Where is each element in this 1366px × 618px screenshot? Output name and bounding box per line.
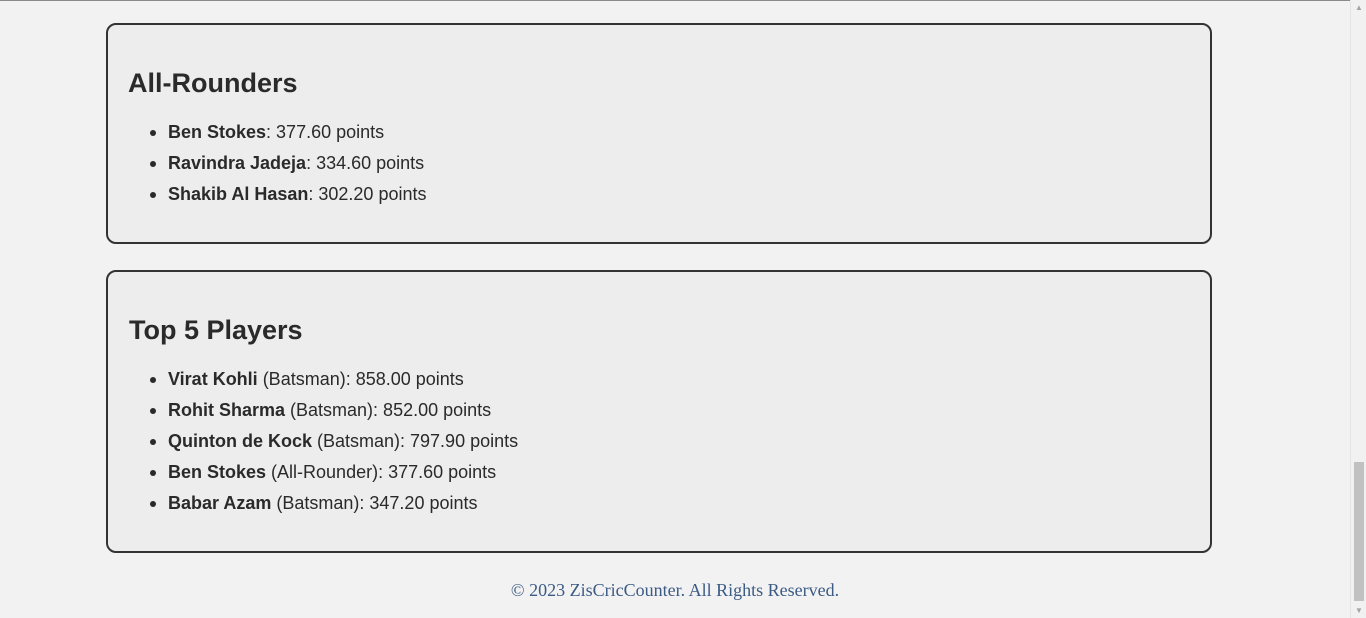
list-item: Babar Azam (Batsman): 347.20 points: [149, 492, 518, 523]
player-points: : 302.20 points: [308, 184, 427, 204]
player-points: : 377.60 points: [266, 122, 385, 142]
list-item: Shakib Al Hasan: 302.20 points: [149, 183, 427, 214]
all-rounders-card: All-Rounders Ben Stokes: 377.60 points R…: [106, 23, 1212, 244]
footer-copyright: © 2023 ZisCricCounter. All Rights Reserv…: [510, 580, 840, 600]
player-name: Virat Kohli: [168, 369, 258, 389]
player-name: Ravindra Jadeja: [168, 153, 307, 173]
top-players-card: Top 5 Players Virat Kohli (Batsman): 858…: [106, 270, 1212, 553]
player-name: Ben Stokes: [168, 122, 267, 142]
list-item: Rohit Sharma (Batsman): 852.00 points: [149, 399, 518, 430]
list-item: Ravindra Jadeja: 334.60 points: [149, 152, 426, 183]
player-name: Quinton de Kock: [168, 431, 312, 451]
player-name: Shakib Al Hasan: [168, 184, 309, 204]
all-rounders-list: Ben Stokes: 377.60 points Ravindra Jadej…: [149, 121, 427, 214]
scroll-down-icon[interactable]: ▼: [1351, 604, 1366, 618]
top-players-title: Top 5 Players: [129, 315, 303, 345]
list-item: Ben Stokes (All-Rounder): 377.60 points: [149, 461, 518, 492]
all-rounders-title: All-Rounders: [128, 68, 298, 98]
player-name: Ben Stokes: [168, 462, 267, 482]
vertical-scrollbar[interactable]: ▲ ▼: [1350, 0, 1366, 618]
player-role-points: (Batsman): 852.00 points: [285, 400, 492, 420]
top-players-list: Virat Kohli (Batsman): 858.00 points Roh…: [149, 368, 519, 523]
player-name: Babar Azam: [168, 493, 272, 513]
scroll-up-icon[interactable]: ▲: [1351, 1, 1366, 15]
player-role-points: (Batsman): 797.90 points: [312, 431, 519, 451]
top-divider: [0, 0, 1350, 1]
player-name: Rohit Sharma: [168, 400, 286, 420]
list-item: Virat Kohli (Batsman): 858.00 points: [149, 368, 518, 399]
player-points: : 334.60 points: [306, 153, 425, 173]
scrollbar-thumb[interactable]: [1354, 462, 1364, 601]
player-role-points: (All-Rounder): 377.60 points: [266, 462, 497, 482]
list-item: Ben Stokes: 377.60 points: [149, 121, 426, 152]
player-role-points: (Batsman): 858.00 points: [257, 369, 464, 389]
player-role-points: (Batsman): 347.20 points: [271, 493, 478, 513]
list-item: Quinton de Kock (Batsman): 797.90 points: [149, 430, 519, 461]
